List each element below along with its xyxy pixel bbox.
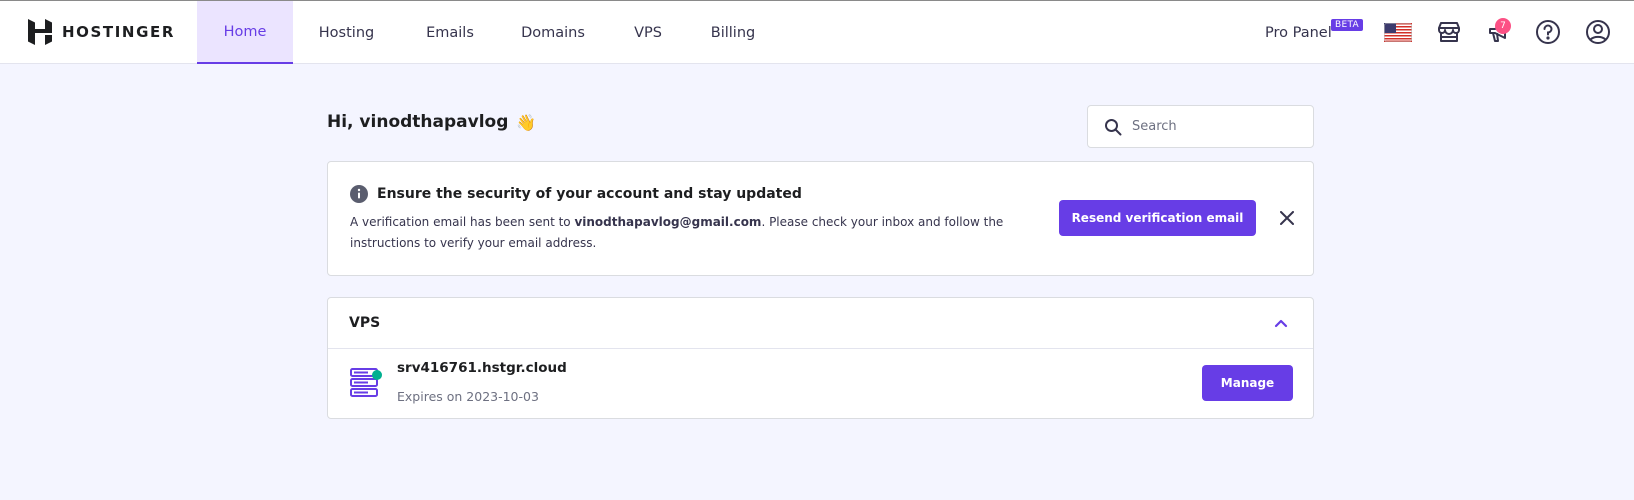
alert-text-before: A verification email has been sent to [350,215,575,229]
nav-item-home[interactable]: Home [197,1,293,64]
nav-item-hosting[interactable]: Hosting [293,1,400,64]
close-icon [1280,211,1294,225]
alert-message: A verification email has been sent to vi… [350,212,1040,254]
nav-item-domains[interactable]: Domains [500,1,606,64]
waving-hand-emoji: 👋 [516,112,537,132]
vps-section-title: VPS [349,315,381,331]
store-icon [1438,22,1460,42]
main-nav: Home Hosting Emails Domains VPS Billing [197,1,776,64]
top-navigation-bar: HOSTINGER Home Hosting Emails Domains VP… [0,0,1634,64]
search-icon [1105,118,1122,135]
store-button[interactable] [1434,17,1464,47]
nav-label: Billing [710,24,756,41]
pro-panel-label: Pro Panel [1265,24,1332,41]
vps-section: VPS srv416761.hstgr.cloud Expires on 202… [327,297,1314,419]
nav-label: Home [223,23,267,40]
pro-panel-link[interactable]: Pro Panel [1265,1,1332,64]
alert-email: vinodthapavlog@gmail.com [574,215,762,229]
help-button[interactable] [1533,17,1563,47]
verification-alert: Ensure the security of your account and … [327,161,1314,276]
nav-label: Hosting [318,24,375,41]
alert-title: Ensure the security of your account and … [377,186,802,202]
nav-item-vps[interactable]: VPS [606,1,690,64]
language-selector[interactable] [1383,17,1413,47]
server-expiry: Expires on 2023-10-03 [397,389,539,404]
brand-name: HOSTINGER [62,23,175,41]
hostinger-logo-icon [28,19,52,45]
collapse-button[interactable] [1269,311,1293,335]
manage-button[interactable]: Manage [1202,365,1293,401]
notification-count-badge: 7 [1495,18,1511,34]
info-icon [350,185,368,203]
close-alert-button[interactable] [1273,204,1301,232]
nav-label: VPS [634,24,662,41]
beta-badge: BETA [1331,19,1364,31]
nav-label: Domains [521,24,585,41]
resend-verification-button[interactable]: Resend verification email [1059,200,1256,236]
nav-label: Emails [426,24,474,41]
search-input[interactable] [1132,119,1302,134]
chevron-up-icon [1274,319,1288,327]
greeting-text: Hi, vinodthapavlog [327,112,509,132]
nav-item-emails[interactable]: Emails [400,1,500,64]
account-button[interactable] [1583,17,1613,47]
server-hostname: srv416761.hstgr.cloud [397,360,567,376]
vps-section-header[interactable]: VPS [328,298,1313,349]
nav-item-billing[interactable]: Billing [690,1,776,64]
alert-title-row: Ensure the security of your account and … [350,185,802,203]
server-icon [350,368,382,397]
us-flag-icon [1384,22,1412,42]
page-greeting: Hi, vinodthapavlog 👋 [327,112,536,132]
hostinger-logo[interactable]: HOSTINGER [28,19,175,45]
search-box[interactable] [1087,105,1314,148]
help-icon [1536,20,1560,44]
account-icon [1586,20,1610,44]
